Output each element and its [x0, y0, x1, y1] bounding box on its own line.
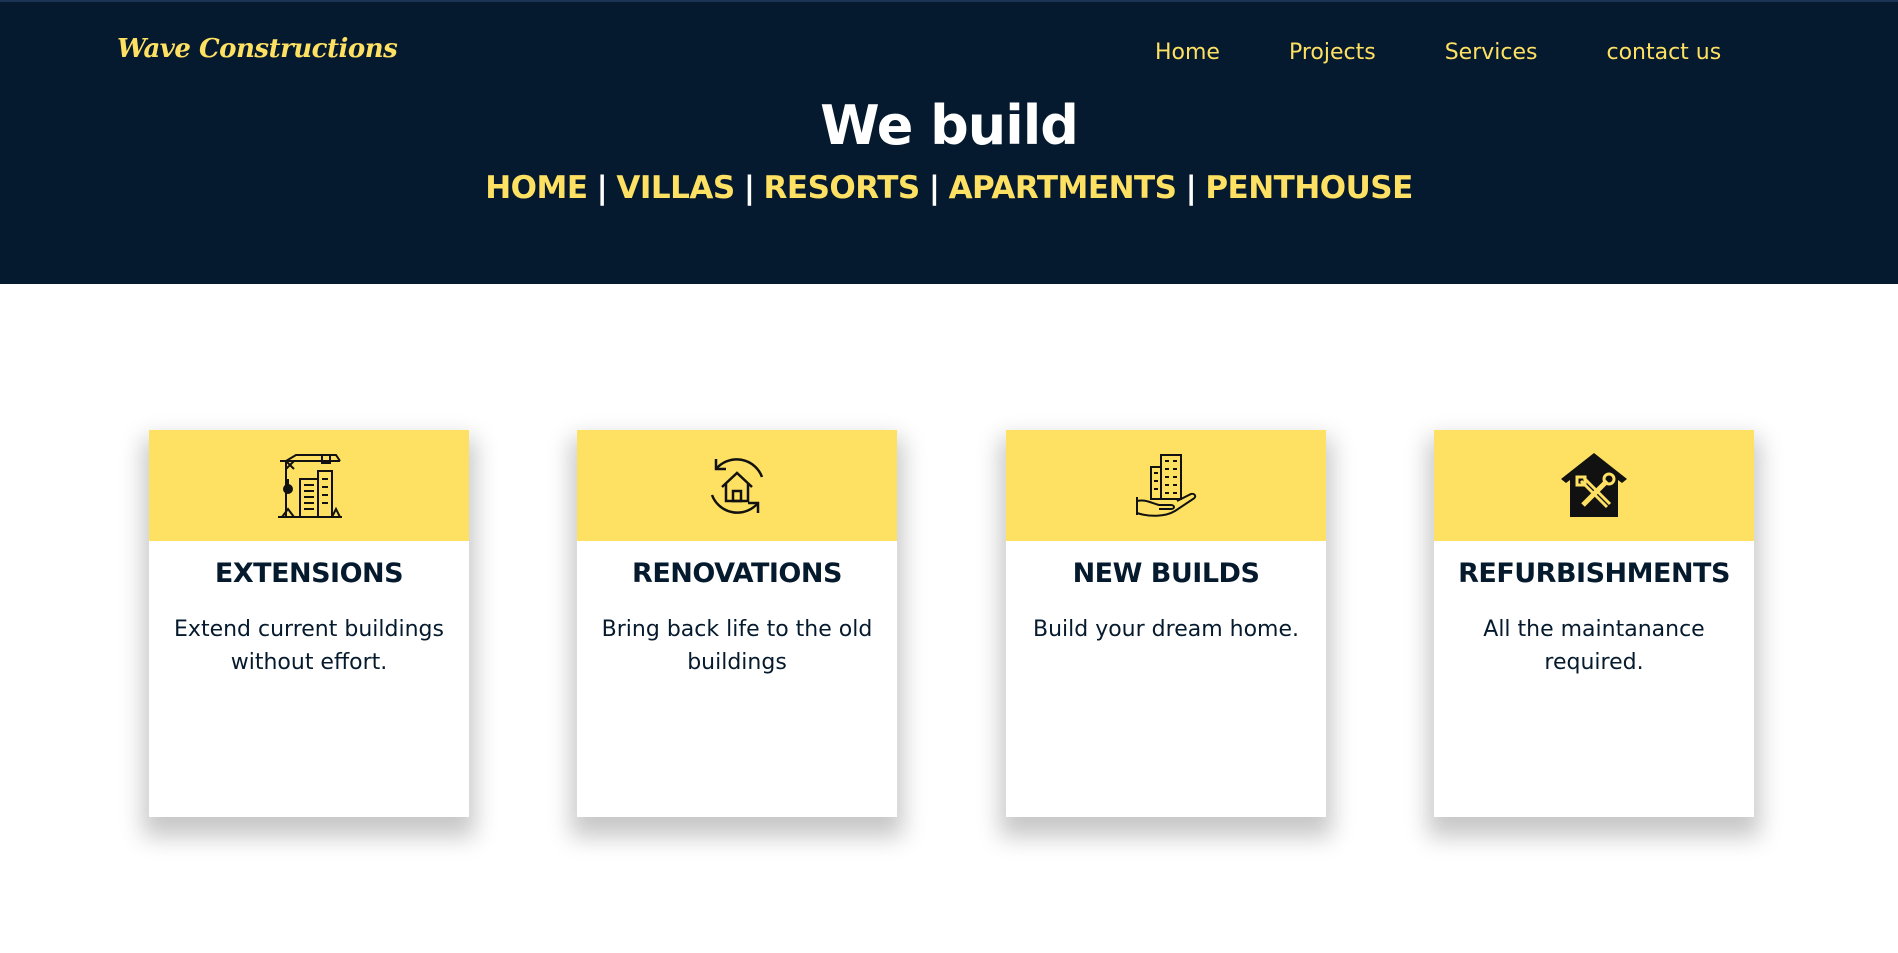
- nav-projects[interactable]: Projects: [1289, 40, 1376, 65]
- service-card-new-builds: NEW BUILDS Build your dream home.: [1006, 430, 1326, 817]
- card-description: Build your dream home.: [1032, 617, 1299, 642]
- card-description: Bring back life to the old buildings: [601, 617, 873, 675]
- card-title: NEW BUILDS: [1072, 558, 1260, 589]
- nav-services[interactable]: Services: [1445, 40, 1538, 65]
- type-separator: |: [743, 170, 755, 206]
- hero-title: We build: [820, 94, 1079, 157]
- nav-contact[interactable]: contact us: [1606, 40, 1721, 65]
- house-refresh-icon: [710, 457, 764, 514]
- services-cards: EXTENSIONS Extend current buildings with…: [149, 430, 1754, 817]
- service-card-refurbishments: REFURBISHMENTS All the maintanance requi…: [1434, 430, 1754, 817]
- type-penthouse: PENTHOUSE: [1205, 170, 1413, 206]
- type-separator: |: [928, 170, 940, 206]
- card-icon-area: [577, 430, 897, 541]
- type-separator: |: [596, 170, 608, 206]
- card-title: EXTENSIONS: [214, 558, 404, 589]
- building-in-hand-icon: [1136, 453, 1197, 517]
- service-card-renovations: RENOVATIONS Bring back life to the old b…: [577, 430, 897, 817]
- house-tools-icon: [1561, 452, 1627, 517]
- type-apartments: APARTMENTS: [948, 170, 1177, 206]
- type-resorts: RESORTS: [763, 170, 921, 206]
- service-card-extensions: EXTENSIONS Extend current buildings with…: [149, 430, 469, 817]
- card-icon-area: [1434, 430, 1754, 541]
- crane-building-icon: [278, 453, 342, 518]
- nav-home[interactable]: Home: [1155, 40, 1220, 65]
- building-types: HOME | VILLAS | RESORTS | APARTMENTS | PENTHOUSE: [0, 170, 1898, 206]
- type-villas: VILLAS: [616, 170, 735, 206]
- main-nav: Home Projects Services contact us: [1155, 40, 1721, 65]
- type-separator: |: [1185, 170, 1197, 206]
- hero-section: Wave Constructions Home Projects Service…: [0, 0, 1898, 284]
- card-description: All the maintanance required.: [1483, 617, 1705, 675]
- card-title: RENOVATIONS: [632, 558, 842, 589]
- card-title: REFURBISHMENTS: [1458, 558, 1730, 589]
- type-home: HOME: [485, 170, 588, 206]
- card-icon-area: [149, 430, 469, 541]
- card-description: Extend current buildings without effort.: [174, 617, 444, 675]
- logo[interactable]: Wave Constructions: [117, 34, 398, 64]
- card-icon-area: [1006, 430, 1326, 541]
